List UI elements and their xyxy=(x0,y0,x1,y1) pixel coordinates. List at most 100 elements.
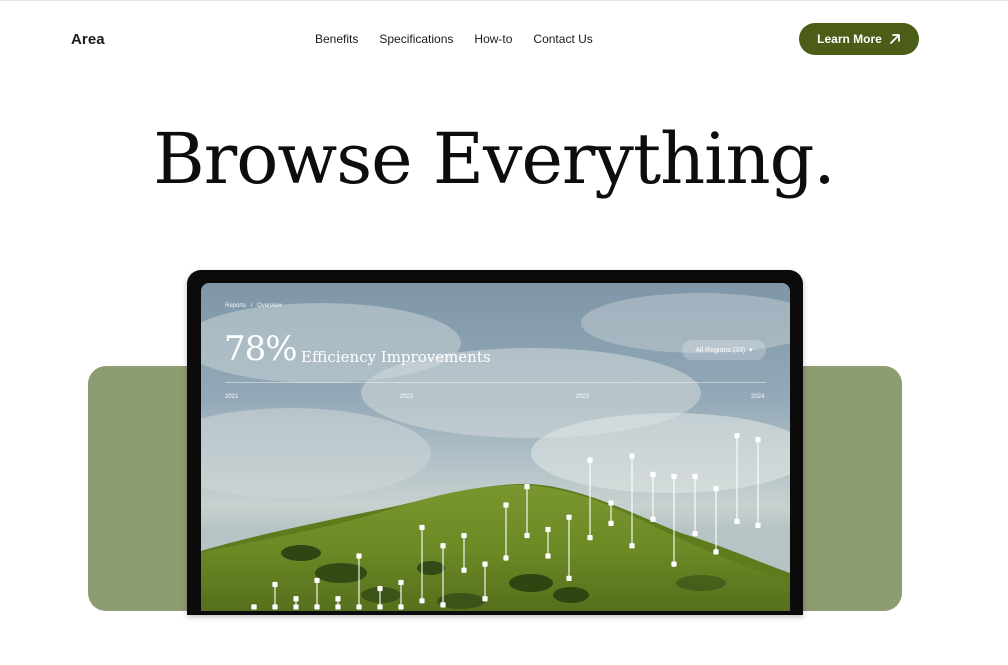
range-mark-23 xyxy=(713,486,719,555)
range-low-point xyxy=(545,553,551,559)
range-low-point xyxy=(692,530,698,537)
range-low-point xyxy=(251,604,257,610)
range-high-point xyxy=(734,433,740,439)
region-filter-dropdown[interactable]: All Regions (33) ▾ xyxy=(682,340,766,360)
range-high-point xyxy=(755,437,761,443)
range-high-point xyxy=(587,457,593,463)
range-mark-19 xyxy=(629,453,635,549)
caret-down-icon: ▾ xyxy=(749,347,753,354)
range-high-point xyxy=(503,502,509,508)
range-low-point xyxy=(482,596,488,602)
range-high-point xyxy=(713,486,719,492)
year-label-2024: 2024 xyxy=(751,394,765,400)
range-high-point xyxy=(356,553,362,559)
range-high-point xyxy=(314,577,320,584)
range-mark-4 xyxy=(314,577,320,610)
range-high-point xyxy=(482,561,488,567)
hero-title: Browse Everything. xyxy=(153,118,835,200)
range-low-point xyxy=(461,567,467,573)
range-low-point xyxy=(440,602,446,608)
header-divider xyxy=(225,382,766,383)
range-high-point xyxy=(377,585,383,592)
range-low-point xyxy=(503,555,509,561)
year-label-2021: 2021 xyxy=(225,394,239,400)
year-label-2023: 2023 xyxy=(576,394,590,400)
learn-more-label: Learn More xyxy=(817,32,882,46)
range-mark-5 xyxy=(335,596,341,610)
nav-specifications[interactable]: Specifications xyxy=(379,31,453,47)
range-low-point xyxy=(734,518,740,524)
range-mark-20 xyxy=(650,471,656,522)
breadcrumb: Reports / Overview xyxy=(225,303,285,309)
range-mark-12 xyxy=(482,561,488,602)
nav-benefits[interactable]: Benefits xyxy=(315,31,358,47)
nav-how-to[interactable]: How-to xyxy=(474,31,512,47)
range-low-point xyxy=(398,604,404,610)
range-low-point xyxy=(587,535,593,541)
range-mark-25 xyxy=(755,437,761,528)
range-mark-1 xyxy=(251,604,257,610)
top-border xyxy=(0,0,1008,1)
range-mark-24 xyxy=(734,433,740,524)
range-high-point xyxy=(272,581,278,588)
range-low-point xyxy=(293,604,299,610)
range-mark-18 xyxy=(608,500,614,526)
range-high-point xyxy=(671,473,677,480)
range-low-point xyxy=(272,604,278,610)
range-mark-7 xyxy=(377,585,383,610)
range-high-point xyxy=(293,596,299,602)
range-mark-21 xyxy=(671,473,677,567)
breadcrumb-overview: Overview xyxy=(257,303,283,309)
range-mark-8 xyxy=(398,579,404,610)
brand-logo[interactable]: Area xyxy=(71,31,105,48)
range-high-point xyxy=(461,532,467,539)
range-mark-6 xyxy=(356,553,362,610)
range-low-point xyxy=(314,604,320,610)
range-mark-11 xyxy=(461,532,467,573)
arrow-up-right-icon xyxy=(889,34,900,44)
range-high-point xyxy=(419,524,425,531)
range-low-point xyxy=(755,522,761,528)
range-mark-22 xyxy=(692,473,698,537)
range-mark-15 xyxy=(545,526,551,559)
region-filter-label: All Regions (33) xyxy=(695,346,746,354)
range-mark-2 xyxy=(272,581,278,610)
range-low-point xyxy=(566,575,572,581)
range-low-point xyxy=(629,543,635,549)
range-high-point xyxy=(608,500,614,506)
range-high-point xyxy=(566,514,572,520)
range-mark-13 xyxy=(503,502,509,561)
year-label-2022: 2022 xyxy=(400,394,414,400)
range-mark-16 xyxy=(566,514,572,581)
metric-value: 78% xyxy=(224,329,298,369)
range-high-point xyxy=(440,543,446,549)
range-high-point xyxy=(629,453,635,459)
range-low-point xyxy=(419,598,425,604)
metric-label: Efficiency Improvements xyxy=(301,348,491,366)
range-high-point xyxy=(545,526,551,533)
range-low-point xyxy=(335,604,341,610)
range-low-point xyxy=(356,604,362,610)
main-nav: Benefits Specifications How-to Contact U… xyxy=(315,31,614,47)
range-high-point xyxy=(335,596,341,602)
device-screen: Reports / Overview 78% Efficiency Improv… xyxy=(201,283,790,611)
range-low-point xyxy=(713,549,719,555)
range-low-point xyxy=(608,520,614,526)
breadcrumb-separator: / xyxy=(250,303,253,309)
range-high-point xyxy=(692,473,698,480)
range-low-point xyxy=(377,604,383,610)
breadcrumb-reports[interactable]: Reports xyxy=(225,303,246,309)
range-low-point xyxy=(671,561,677,567)
range-low-point xyxy=(650,516,656,522)
range-high-point xyxy=(398,579,404,586)
range-low-point xyxy=(524,532,530,539)
range-mark-14 xyxy=(524,484,530,539)
range-mark-17 xyxy=(587,457,593,541)
range-mark-3 xyxy=(293,596,299,610)
nav-contact-us[interactable]: Contact Us xyxy=(533,31,592,47)
range-mark-10 xyxy=(440,543,446,608)
range-high-point xyxy=(650,471,656,478)
range-high-point xyxy=(524,484,530,490)
learn-more-button[interactable]: Learn More xyxy=(799,23,919,55)
range-mark-9 xyxy=(419,524,425,604)
